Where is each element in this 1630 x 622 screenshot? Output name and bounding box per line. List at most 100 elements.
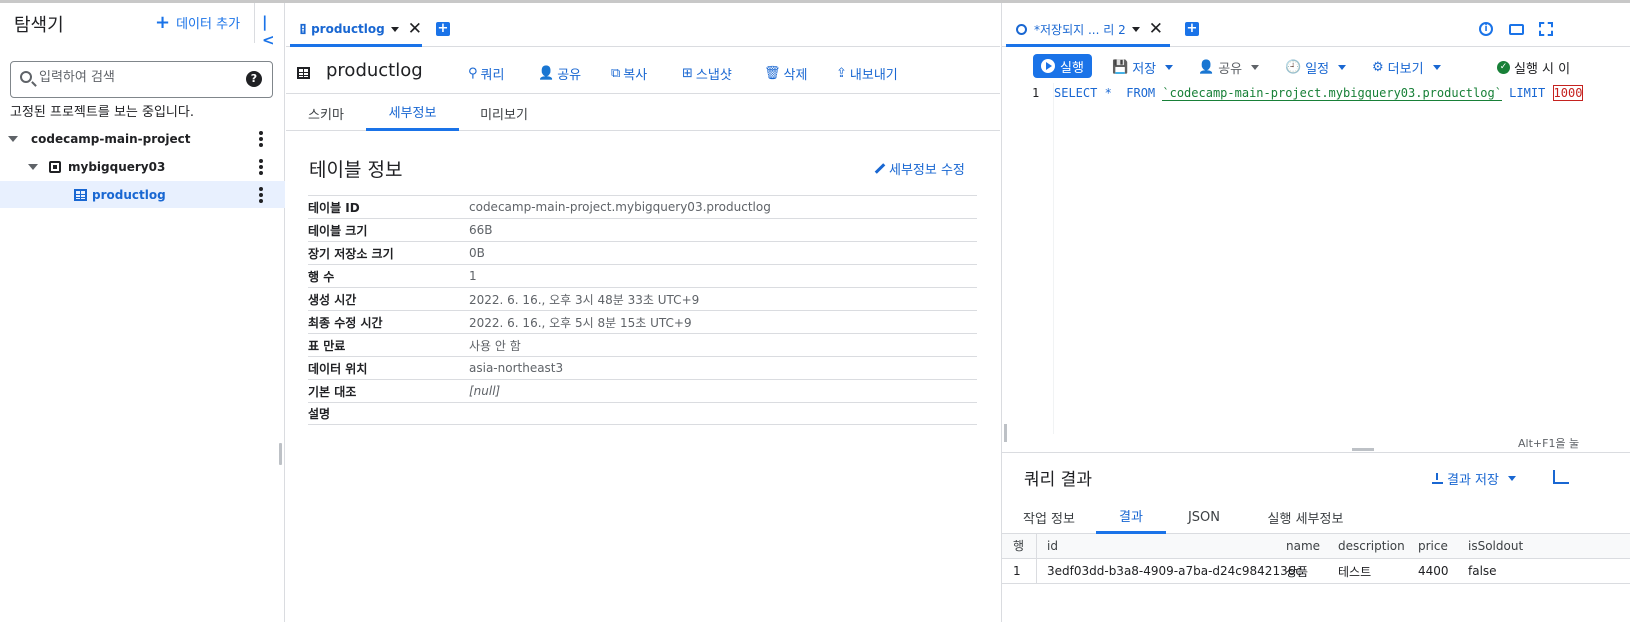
column-header: 행 (1002, 533, 1037, 559)
save-menu-button[interactable]: 💾 저장 (1112, 58, 1174, 77)
chart-icon[interactable] (1553, 470, 1569, 484)
tab-productlog[interactable]: productlog ✕ (290, 14, 422, 47)
pencil-icon (874, 163, 886, 174)
tab-execution-details[interactable]: 실행 세부정보 (1242, 500, 1369, 534)
copy-label: 복사 (623, 68, 648, 83)
more-menu-button[interactable]: ⚙ 더보기 (1372, 58, 1441, 77)
results-tabs: 작업 정보 결과 JSON 실행 세부정보 (1002, 500, 1630, 534)
info-key: 기본 대조 (308, 384, 357, 399)
share-menu-button[interactable]: 👤 공유 (1198, 58, 1260, 77)
new-tab-button[interactable]: + (1185, 22, 1199, 36)
info-row: 기본 대조 [null] (308, 379, 977, 402)
search-icon: ⚲ (468, 66, 478, 81)
close-icon[interactable]: ✕ (408, 21, 422, 38)
tree-item-table[interactable]: productlog (0, 181, 285, 208)
export-button[interactable]: ⇪ 내보내기 (836, 64, 898, 83)
more-options-icon[interactable] (259, 131, 263, 147)
copy-icon: ⧉ (611, 66, 621, 81)
tab-job-info[interactable]: 작업 정보 (1002, 500, 1096, 534)
run-button[interactable]: 실행 (1033, 54, 1092, 78)
info-key: 데이터 위치 (308, 361, 368, 376)
explorer-search[interactable]: ? (10, 61, 273, 98)
tab-details[interactable]: 세부정보 (366, 95, 459, 131)
table-cell: 4400 (1418, 564, 1449, 578)
delete-button[interactable]: 🗑 삭제 (764, 64, 807, 83)
table-row: 1 3edf03dd-b3a8-4909-a7ba-d24c9842136c 상… (1002, 558, 1630, 584)
check-circle-icon: ✓ (1497, 61, 1510, 74)
snapshot-button[interactable]: ⊞ 스냅샷 (682, 64, 732, 83)
close-icon[interactable]: ✕ (1149, 21, 1163, 38)
info-key: 행 수 (308, 269, 335, 284)
more-options-icon[interactable] (259, 187, 263, 203)
tab-unsaved-query[interactable]: *저장되지 ... 리 2 ✕ (1006, 14, 1170, 47)
info-value: 2022. 6. 16., 오후 3시 48분 33초 UTC+9 (469, 292, 700, 307)
plus-icon: + (155, 11, 171, 33)
search-icon (20, 71, 32, 83)
dataset-name: mybigquery03 (68, 159, 166, 174)
share-button[interactable]: 👤 공유 (538, 64, 581, 83)
schedule-label: 일정 (1305, 62, 1330, 77)
info-row: 최종 수정 시간 2022. 6. 16., 오후 5시 8분 15초 UTC+9 (308, 310, 977, 333)
tab-label: productlog (311, 22, 385, 36)
tab-schema[interactable]: 스키마 (286, 95, 366, 131)
expand-caret-icon[interactable] (28, 163, 38, 170)
query-editor-panel: *저장되지 ... 리 2 ✕ + i 실행 💾 저장 👤 공유 🕘 일정 ⚙ 더보기 … (1001, 3, 1630, 622)
info-value: codecamp-main-project.mybigquery03.produ… (469, 200, 771, 214)
project-name: codecamp-main-project (31, 131, 191, 146)
trash-icon: 🗑 (764, 66, 781, 81)
info-value: 1 (469, 269, 477, 283)
clock-icon: 🕘 (1285, 60, 1302, 75)
run-label: 실행 (1060, 60, 1084, 76)
add-person-icon: 👤 (538, 66, 555, 81)
chevron-down-icon[interactable] (1131, 26, 1140, 32)
copy-button[interactable]: ⧉ 복사 (611, 64, 647, 83)
explorer-header: 탐색기 + 데이터 추가 |< (0, 3, 284, 49)
column-header[interactable]: name (1276, 539, 1328, 553)
column-header[interactable]: id (1037, 539, 1276, 553)
fullscreen-icon[interactable] (1539, 22, 1553, 36)
search-input[interactable] (39, 70, 239, 85)
query-label: 쿼리 (480, 68, 505, 83)
tab-preview[interactable]: 미리보기 (459, 95, 549, 131)
collapse-panel-icon[interactable]: |< (262, 13, 278, 49)
table-header-row: 행 id name description price isSoldout (1002, 533, 1630, 559)
query-icon (1016, 23, 1027, 35)
info-row: 테이블 ID codecamp-main-project.mybigquery03… (308, 195, 977, 218)
tree-item-project[interactable]: codecamp-main-project (0, 125, 285, 152)
tab-results[interactable]: 결과 (1096, 500, 1166, 534)
column-header[interactable]: description (1328, 539, 1408, 553)
header-divider (254, 3, 255, 43)
query-button[interactable]: ⚲ 쿼리 (468, 64, 504, 83)
info-value: 0B (469, 246, 485, 260)
sql-keyword: SELECT * FROM (1054, 86, 1163, 100)
tree-item-dataset[interactable]: mybigquery03 (0, 153, 285, 180)
more-options-icon[interactable] (259, 159, 263, 175)
sql-keyword: LIMIT (1501, 86, 1553, 100)
explorer-panel: 탐색기 + 데이터 추가 |< ? 고정된 프로젝트를 보는 중입니다. cod… (0, 3, 285, 622)
column-header[interactable]: isSoldout (1458, 539, 1558, 553)
tab-json[interactable]: JSON (1166, 500, 1242, 534)
panel-resize-handle[interactable] (279, 443, 282, 465)
schedule-menu-button[interactable]: 🕘 일정 (1285, 58, 1347, 77)
resize-handle-horizontal[interactable] (1352, 448, 1374, 451)
add-person-icon: 👤 (1198, 60, 1215, 75)
sql-editor[interactable]: 1 SELECT * FROM `codecamp-main-project.m… (1002, 83, 1630, 434)
chevron-down-icon[interactable] (390, 26, 399, 32)
save-results-button[interactable]: 결과 저장 (1432, 469, 1516, 488)
info-key: 설명 (308, 407, 331, 421)
keyboard-hint: Alt+F1을 눌 (1518, 437, 1580, 450)
add-data-button[interactable]: + 데이터 추가 (155, 13, 240, 32)
info-icon[interactable]: i (1479, 22, 1493, 36)
column-header[interactable]: price (1408, 539, 1458, 553)
info-row: 설명 (308, 402, 977, 425)
new-tab-button[interactable]: + (436, 22, 450, 36)
snapshot-icon: ⊞ (682, 66, 693, 81)
sql-code-line[interactable]: SELECT * FROM `codecamp-main-project.myb… (1054, 85, 1584, 101)
info-value: asia-northeast3 (469, 361, 564, 375)
info-row: 테이블 크기 66B (308, 218, 977, 241)
help-icon[interactable]: ? (246, 71, 262, 87)
info-row: 장기 저장소 크기 0B (308, 241, 977, 264)
keyboard-icon[interactable] (1509, 24, 1524, 35)
expand-caret-icon[interactable] (8, 135, 18, 142)
edit-details-button[interactable]: 세부정보 수정 (874, 159, 965, 178)
